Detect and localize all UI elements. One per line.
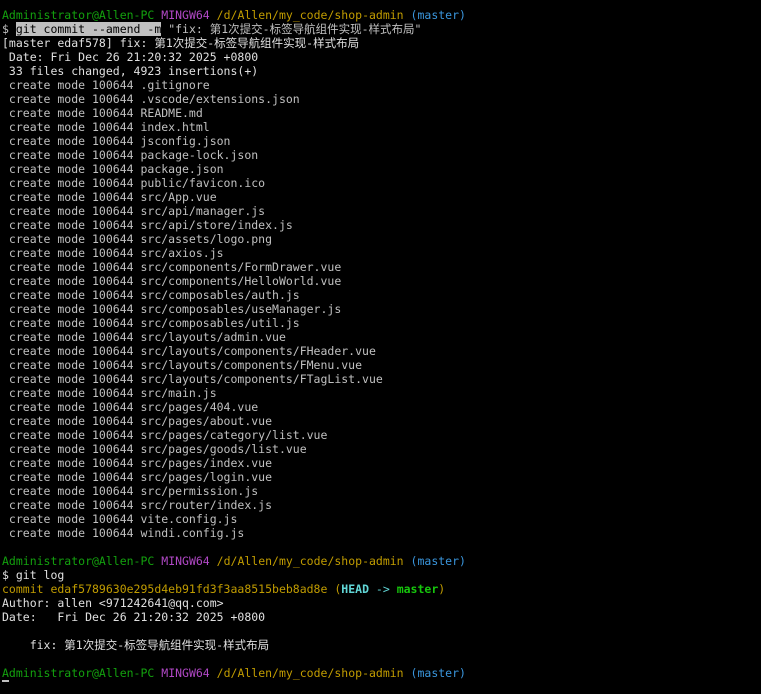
- prompt-line: Administrator@Allen-PC MINGW64 /d/Allen/…: [2, 666, 761, 680]
- command-argument: "fix: 第1次提交-标签导航组件实现-样式布局": [161, 22, 422, 36]
- prompt-path: /d/Allen/my_code/shop-admin: [216, 554, 404, 568]
- created-file-line: create mode 100644 src/main.js: [2, 386, 217, 400]
- log-message: fix: 第1次提交-标签导航组件实现-样式布局: [2, 638, 270, 652]
- prompt-path: /d/Allen/my_code/shop-admin: [216, 8, 404, 22]
- created-file-line: create mode 100644 src/axios.js: [2, 246, 224, 260]
- head-ref: HEAD: [341, 582, 369, 596]
- prompt-system: MINGW64: [161, 666, 210, 680]
- prompt-user: Administrator@Allen-PC: [2, 554, 155, 568]
- created-file-line: create mode 100644 src/layouts/component…: [2, 358, 363, 372]
- ref-arrow: ->: [369, 582, 397, 596]
- created-file-line: create mode 100644 src/layouts/admin.vue: [2, 330, 286, 344]
- prompt-path: /d/Allen/my_code/shop-admin: [216, 666, 404, 680]
- created-file-line: create mode 100644 src/App.vue: [2, 190, 217, 204]
- prompt-system: MINGW64: [161, 554, 210, 568]
- master-ref: master: [396, 582, 439, 596]
- created-file-line: create mode 100644 src/composables/util.…: [2, 316, 300, 330]
- prompt-user: Administrator@Allen-PC: [2, 8, 155, 22]
- prompt-user: Administrator@Allen-PC: [2, 666, 155, 680]
- terminal-window[interactable]: Administrator@Allen-PC MINGW64 /d/Allen/…: [0, 0, 761, 684]
- prompt-branch: (master): [410, 666, 466, 680]
- commit-hash: commit edaf5789630e295d4eb91fd3f3aa8515b…: [2, 582, 328, 596]
- created-file-line: create mode 100644 src/permission.js: [2, 484, 259, 498]
- selected-command-text[interactable]: git commit --amend -m: [15, 22, 162, 36]
- command-line[interactable]: $ git log: [2, 568, 761, 582]
- prompt-system: MINGW64: [161, 8, 210, 22]
- created-file-line: create mode 100644 jsconfig.json: [2, 134, 231, 148]
- created-file-line: create mode 100644 src/pages/index.vue: [2, 456, 273, 470]
- command-line[interactable]: $ git commit --amend -m "fix: 第1次提交-标签导航…: [2, 22, 761, 36]
- log-date: Date: Fri Dec 26 21:20:32 2025 +0800: [2, 610, 266, 624]
- created-file-line: create mode 100644 src/components/HelloW…: [2, 274, 342, 288]
- commit-stats: 33 files changed, 4923 insertions(+): [2, 64, 259, 78]
- input-line[interactable]: [2, 680, 761, 694]
- ref-paren-close: ): [438, 582, 446, 596]
- created-file-line: create mode 100644 .vscode/extensions.js…: [2, 92, 300, 106]
- created-files-list: create mode 100644 .gitignore create mod…: [2, 78, 761, 540]
- commit-summary: [master edaf578] fix: 第1次提交-标签导航组件实现-样式布…: [2, 36, 360, 50]
- created-file-line: create mode 100644 src/composables/useMa…: [2, 302, 342, 316]
- prompt-branch: (master): [410, 554, 466, 568]
- created-file-line: create mode 100644 public/favicon.ico: [2, 176, 266, 190]
- prompt-line: Administrator@Allen-PC MINGW64 /d/Allen/…: [2, 554, 761, 568]
- log-author: Author: allen <971242641@qq.com>: [2, 596, 224, 610]
- created-file-line: create mode 100644 windi.config.js: [2, 526, 245, 540]
- created-file-line: create mode 100644 src/layouts/component…: [2, 344, 376, 358]
- log-commit-line: commit edaf5789630e295d4eb91fd3f3aa8515b…: [2, 582, 761, 596]
- created-file-line: create mode 100644 src/components/FormDr…: [2, 260, 342, 274]
- created-file-line: create mode 100644 src/pages/category/li…: [2, 428, 328, 442]
- created-file-line: create mode 100644 index.html: [2, 120, 210, 134]
- created-file-line: create mode 100644 src/router/index.js: [2, 498, 273, 512]
- created-file-line: create mode 100644 src/pages/404.vue: [2, 400, 259, 414]
- commit-date: Date: Fri Dec 26 21:20:32 2025 +0800: [2, 50, 259, 64]
- created-file-line: create mode 100644 src/pages/goods/list.…: [2, 442, 307, 456]
- text-cursor: [2, 680, 9, 682]
- prompt-branch: (master): [410, 8, 466, 22]
- created-file-line: create mode 100644 README.md: [2, 106, 203, 120]
- created-file-line: create mode 100644 src/pages/about.vue: [2, 414, 273, 428]
- created-file-line: create mode 100644 src/api/store/index.j…: [2, 218, 293, 232]
- created-file-line: create mode 100644 package.json: [2, 162, 224, 176]
- created-file-line: create mode 100644 vite.config.js: [2, 512, 238, 526]
- created-file-line: create mode 100644 src/pages/login.vue: [2, 470, 273, 484]
- created-file-line: create mode 100644 src/api/manager.js: [2, 204, 266, 218]
- created-file-line: create mode 100644 .gitignore: [2, 78, 210, 92]
- prompt-dollar: $: [2, 22, 16, 36]
- prompt-line: Administrator@Allen-PC MINGW64 /d/Allen/…: [2, 8, 761, 22]
- created-file-line: create mode 100644 src/assets/logo.png: [2, 232, 273, 246]
- created-file-line: create mode 100644 src/composables/auth.…: [2, 288, 300, 302]
- created-file-line: create mode 100644 package-lock.json: [2, 148, 259, 162]
- created-file-line: create mode 100644 src/layouts/component…: [2, 372, 383, 386]
